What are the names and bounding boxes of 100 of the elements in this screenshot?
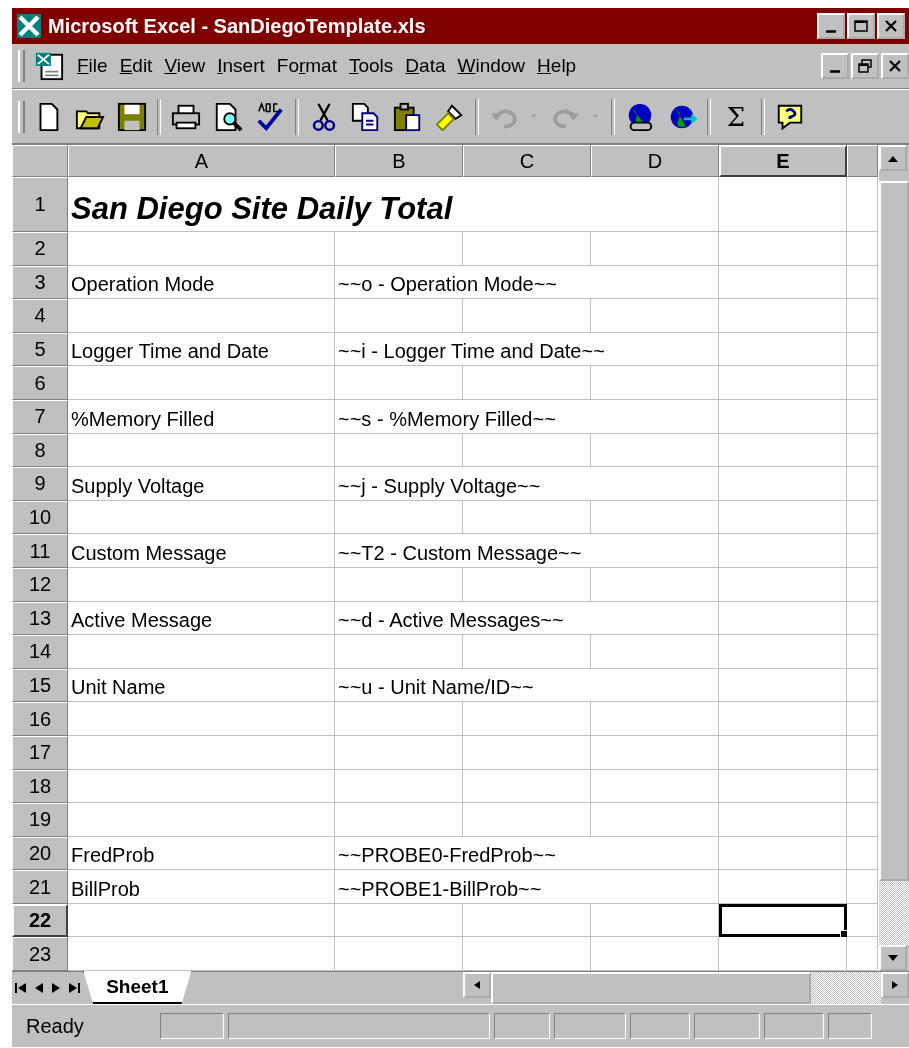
table-cell[interactable] xyxy=(719,769,847,804)
table-cell[interactable] xyxy=(719,702,847,736)
table-cell[interactable] xyxy=(591,299,719,333)
table-cell[interactable] xyxy=(847,803,878,837)
row-header[interactable]: 12 xyxy=(12,567,68,602)
table-cell[interactable] xyxy=(847,601,878,636)
table-cell[interactable] xyxy=(719,467,847,501)
table-cell[interactable] xyxy=(463,299,591,333)
table-cell[interactable] xyxy=(463,567,591,602)
table-cell[interactable] xyxy=(591,735,719,770)
table-cell[interactable] xyxy=(847,366,878,400)
table-cell[interactable]: Unit Name xyxy=(68,668,335,703)
first-sheet-icon[interactable] xyxy=(13,981,28,996)
table-cell[interactable] xyxy=(719,668,847,703)
table-cell[interactable] xyxy=(847,937,878,972)
restore-button[interactable] xyxy=(851,53,879,79)
table-cell[interactable] xyxy=(719,601,847,636)
row-header[interactable]: 16 xyxy=(12,702,68,736)
table-cell[interactable] xyxy=(847,702,878,736)
table-cell[interactable] xyxy=(335,567,463,602)
table-cell[interactable] xyxy=(68,903,335,938)
scroll-thumb[interactable] xyxy=(879,181,909,881)
table-cell[interactable] xyxy=(68,937,335,972)
table-cell[interactable] xyxy=(68,769,335,804)
row-header[interactable]: 21 xyxy=(12,870,68,904)
table-cell[interactable] xyxy=(719,803,847,837)
table-cell[interactable] xyxy=(719,534,847,568)
table-cell[interactable] xyxy=(463,232,591,266)
table-cell[interactable] xyxy=(719,299,847,333)
table-cell[interactable] xyxy=(847,836,878,871)
row-header[interactable]: 15 xyxy=(12,668,68,703)
table-cell[interactable] xyxy=(719,177,847,232)
table-cell[interactable] xyxy=(847,735,878,770)
scroll-thumb[interactable] xyxy=(491,972,811,1005)
table-cell[interactable] xyxy=(591,567,719,602)
menu-item[interactable]: Insert xyxy=(211,51,271,81)
row-header[interactable]: 11 xyxy=(12,534,68,568)
selected-cell[interactable] xyxy=(719,903,847,938)
table-cell[interactable] xyxy=(847,332,878,367)
table-cell[interactable] xyxy=(847,870,878,904)
table-cell[interactable] xyxy=(847,769,878,804)
close-button[interactable] xyxy=(881,53,909,79)
table-cell[interactable] xyxy=(335,803,463,837)
table-cell[interactable] xyxy=(463,366,591,400)
print-preview-icon[interactable] xyxy=(213,101,243,132)
table-cell[interactable] xyxy=(335,299,463,333)
table-cell[interactable] xyxy=(68,702,335,736)
table-cell[interactable]: FredProb xyxy=(68,836,335,871)
menu-item[interactable]: View xyxy=(158,51,212,81)
table-cell[interactable] xyxy=(719,366,847,400)
table-cell[interactable] xyxy=(719,332,847,367)
row-header[interactable]: 3 xyxy=(12,265,68,300)
table-cell[interactable] xyxy=(335,366,463,400)
table-cell[interactable]: ~~o - Operation Mode~~ xyxy=(335,265,719,300)
table-cell[interactable] xyxy=(68,433,335,468)
maximize-button[interactable] xyxy=(847,13,875,39)
table-cell[interactable] xyxy=(463,500,591,535)
table-cell[interactable]: Active Message xyxy=(68,601,335,636)
table-cell[interactable] xyxy=(591,232,719,266)
autosum-button[interactable]: Σ xyxy=(715,96,757,137)
minimize-button[interactable] xyxy=(817,13,845,39)
table-cell[interactable] xyxy=(719,870,847,904)
table-cell[interactable] xyxy=(591,769,719,804)
menu-item[interactable]: Tools xyxy=(343,51,400,81)
column-header[interactable]: B xyxy=(335,145,463,177)
last-sheet-icon[interactable] xyxy=(67,981,82,996)
table-cell[interactable] xyxy=(591,702,719,736)
table-cell[interactable] xyxy=(335,903,463,938)
table-cell[interactable] xyxy=(591,803,719,837)
menu-item[interactable]: Help xyxy=(531,51,583,81)
row-header[interactable]: 4 xyxy=(12,299,68,333)
table-cell[interactable] xyxy=(591,903,719,938)
column-header[interactable]: E xyxy=(719,145,847,177)
row-header[interactable]: 17 xyxy=(12,735,68,770)
table-cell[interactable] xyxy=(463,937,591,972)
menu-item[interactable]: File xyxy=(71,51,114,81)
table-cell[interactable]: Supply Voltage xyxy=(68,467,335,501)
sheet-title[interactable]: San Diego Site Daily Total xyxy=(68,177,719,232)
row-header[interactable]: 5 xyxy=(12,332,68,367)
table-cell[interactable] xyxy=(847,299,878,333)
row-header[interactable]: 23 xyxy=(12,937,68,972)
table-cell[interactable]: Operation Mode xyxy=(68,265,335,300)
row-header[interactable]: 6 xyxy=(12,366,68,400)
table-cell[interactable] xyxy=(68,635,335,669)
table-cell[interactable] xyxy=(463,702,591,736)
table-cell[interactable] xyxy=(335,769,463,804)
table-cell[interactable] xyxy=(847,500,878,535)
table-cell[interactable] xyxy=(335,937,463,972)
table-cell[interactable] xyxy=(463,903,591,938)
table-cell[interactable] xyxy=(591,500,719,535)
table-cell[interactable] xyxy=(68,366,335,400)
close-button[interactable] xyxy=(877,13,905,39)
table-cell[interactable]: ~~PROBE0-FredProb~~ xyxy=(335,836,719,871)
table-cell[interactable] xyxy=(847,232,878,266)
table-cell[interactable] xyxy=(335,433,463,468)
table-cell[interactable] xyxy=(463,803,591,837)
clipboard-icon[interactable] xyxy=(393,101,423,132)
table-cell[interactable] xyxy=(719,735,847,770)
table-cell[interactable] xyxy=(719,232,847,266)
table-cell[interactable]: ~~j - Supply Voltage~~ xyxy=(335,467,719,501)
